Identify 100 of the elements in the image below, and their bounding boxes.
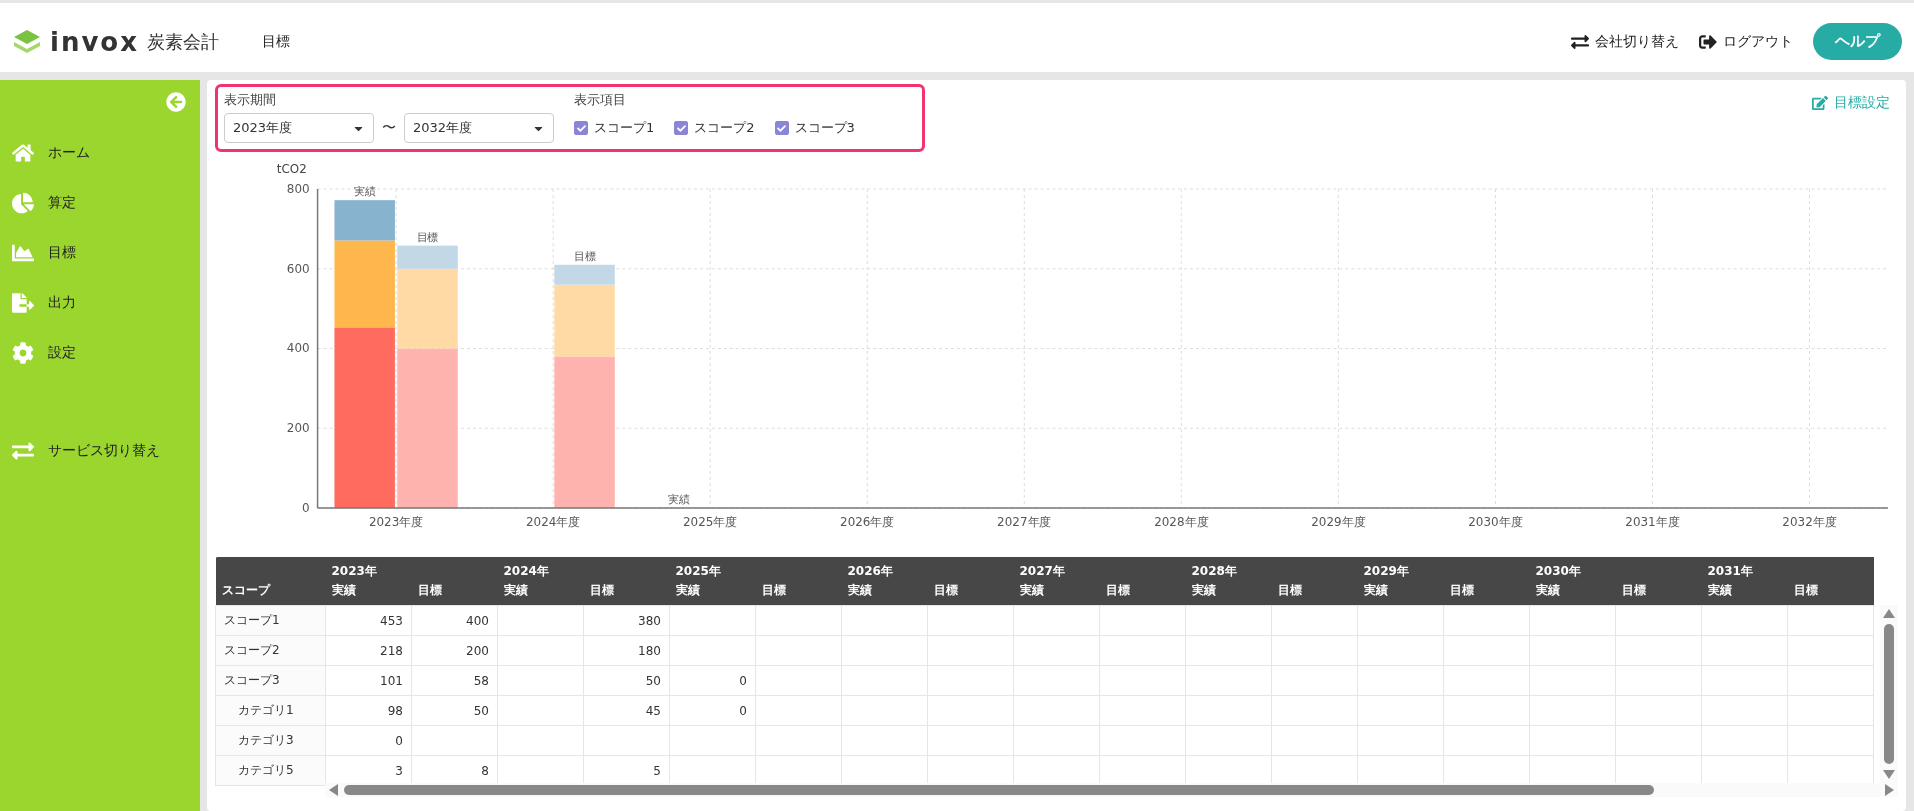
column-header: 2028年 xyxy=(1185,557,1358,580)
x-tick-label: 2025年度 xyxy=(683,515,738,529)
home-icon xyxy=(12,142,34,164)
bar-label: 目標 xyxy=(416,230,439,244)
header-link[interactable]: ログアウト xyxy=(1699,32,1793,51)
column-header: 2023年 xyxy=(325,557,498,580)
checkbox[interactable] xyxy=(674,121,689,135)
column-header: 実績 xyxy=(1529,580,1616,606)
sidebar-item[interactable]: ホーム xyxy=(0,128,200,178)
table-cell: 50 xyxy=(411,695,498,726)
column-header: 目標 xyxy=(1787,580,1874,606)
x-tick-label: 2024年度 xyxy=(525,515,581,529)
column-header: 実績 xyxy=(1185,580,1272,606)
row-name-cell: カテゴリ5 xyxy=(215,755,326,786)
logo-text: invox xyxy=(50,26,139,57)
column-header: 目標 xyxy=(755,580,842,606)
column-header: 実績 xyxy=(1357,580,1444,606)
table-cell: 180 xyxy=(583,635,670,666)
row-name-cell: スコープ1 xyxy=(215,605,326,636)
table-cell: 0 xyxy=(669,695,756,726)
scroll-left-icon[interactable] xyxy=(329,784,338,796)
file-export-icon xyxy=(12,292,34,314)
y-tick-label: 800 xyxy=(286,182,310,196)
x-tick-label: 2026年度 xyxy=(840,515,895,529)
table-cell: 218 xyxy=(325,635,412,666)
row-name-cell: スコープ2 xyxy=(215,635,326,666)
x-tick-label: 2030年度 xyxy=(1468,515,1523,529)
column-header: 2025年 xyxy=(669,557,842,580)
column-header: 2024年 xyxy=(497,557,670,580)
sidebar-item[interactable]: 算定 xyxy=(0,178,200,228)
y-tick-label: 200 xyxy=(286,421,310,436)
sidebar-item[interactable]: 出力 xyxy=(0,278,200,328)
settings-icon xyxy=(12,342,34,364)
table-cell: 58 xyxy=(411,665,498,696)
vertical-scroll-thumb[interactable] xyxy=(1884,624,1894,764)
period-from-select[interactable]: 2023年度 xyxy=(224,113,374,143)
table-cell: 200 xyxy=(411,635,498,666)
horizontal-scroll-thumb[interactable] xyxy=(344,785,1654,795)
column-header: スコープ xyxy=(215,557,326,606)
checkbox[interactable] xyxy=(774,121,789,135)
exchange-arrows-icon xyxy=(1571,32,1589,51)
exchange-arrows-icon xyxy=(12,440,34,462)
pie-chart-icon xyxy=(12,192,34,214)
stacked-layers-logo-icon xyxy=(12,27,42,56)
table-cell: 453 xyxy=(325,605,412,636)
scope-checkbox[interactable]: スコープ1 xyxy=(574,119,655,137)
x-tick-label: 2029年度 xyxy=(1311,515,1366,529)
column-header: 実績 xyxy=(325,580,412,606)
table-cell: 101 xyxy=(325,665,412,696)
column-header: 2030年 xyxy=(1529,557,1702,580)
column-header: 目標 xyxy=(1271,580,1358,606)
bar-label: 目標 xyxy=(573,249,596,263)
column-header: 目標 xyxy=(927,580,1014,606)
scroll-down-icon[interactable] xyxy=(1883,770,1895,779)
logo-subtitle: 炭素会計 xyxy=(147,29,219,54)
items-label: 表示項目 xyxy=(574,91,627,109)
x-tick-label: 2031年度 xyxy=(1625,515,1680,529)
back-arrow-icon[interactable] xyxy=(166,92,186,112)
column-header: 目標 xyxy=(1615,580,1702,606)
sidebar-item[interactable]: 目標 xyxy=(0,228,200,278)
column-header: 2027年 xyxy=(1013,557,1186,580)
edit-icon xyxy=(1812,95,1828,111)
column-header: 2031年 xyxy=(1701,557,1874,580)
checkbox[interactable] xyxy=(574,121,588,135)
x-tick-label: 2028年度 xyxy=(1154,515,1209,529)
page-title: 目標 xyxy=(262,32,290,51)
period-to-select[interactable]: 2032年度 xyxy=(404,113,554,143)
column-header: 実績 xyxy=(497,580,584,606)
column-header: 目標 xyxy=(583,580,670,606)
scroll-up-icon[interactable] xyxy=(1883,609,1895,618)
table-cell: 400 xyxy=(411,605,498,636)
scope-checkbox[interactable]: スコープ2 xyxy=(674,119,755,137)
y-axis-label: tCO2 xyxy=(276,162,307,176)
x-tick-label: 2032年度 xyxy=(1782,515,1837,529)
y-tick-label: 600 xyxy=(286,261,310,276)
y-tick-label: 400 xyxy=(286,341,310,356)
column-header: 実績 xyxy=(841,580,928,606)
scope-checkbox[interactable]: スコープ3 xyxy=(774,119,855,137)
sidebar-item[interactable]: 設定 xyxy=(0,328,200,378)
range-separator: 〜 xyxy=(382,119,396,137)
period-label: 表示期間 xyxy=(224,91,277,109)
table-cell: 380 xyxy=(583,605,670,636)
column-header: 2029年 xyxy=(1357,557,1530,580)
column-header: 実績 xyxy=(1701,580,1788,606)
logout-icon xyxy=(1699,32,1717,51)
x-tick-label: 2027年度 xyxy=(997,515,1052,529)
column-header: 2026年 xyxy=(841,557,1014,580)
scroll-right-icon[interactable] xyxy=(1885,784,1894,796)
sidebar-item[interactable]: サービス切り替え xyxy=(0,426,200,476)
column-header: 目標 xyxy=(1443,580,1530,606)
row-name-cell: スコープ3 xyxy=(215,665,326,696)
column-header: 実績 xyxy=(1013,580,1100,606)
column-header: 目標 xyxy=(1099,580,1186,606)
bar-label: 実績 xyxy=(667,493,690,506)
header-link[interactable]: 会社切り替え xyxy=(1571,32,1679,51)
table-cell: 98 xyxy=(325,695,412,726)
column-header: 実績 xyxy=(669,580,756,606)
row-name-cell: カテゴリ1 xyxy=(215,695,326,726)
bar-label: 実績 xyxy=(353,185,376,199)
table-cell: 0 xyxy=(669,665,756,696)
